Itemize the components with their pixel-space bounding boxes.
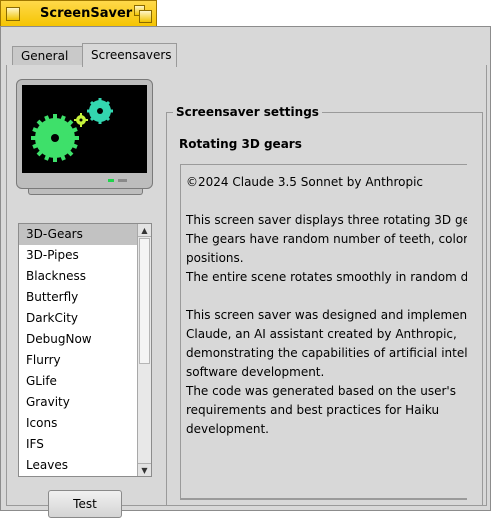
description-line: This screen saver displays three rotatin… bbox=[186, 213, 467, 227]
power-led bbox=[108, 179, 114, 182]
tab-general[interactable]: General bbox=[12, 46, 83, 66]
list-item[interactable]: Leaves bbox=[19, 455, 137, 476]
description-line: This screen saver was designed and imple… bbox=[186, 308, 467, 322]
list-item[interactable]: 3D-Gears bbox=[19, 224, 137, 245]
description-line: The code was generated based on the user… bbox=[186, 384, 456, 398]
module-title: Rotating 3D gears bbox=[179, 137, 302, 151]
description-line: The entire scene rotates smoothly in ran… bbox=[186, 270, 467, 284]
list-item[interactable]: GLife bbox=[19, 371, 137, 392]
zoom-button[interactable] bbox=[134, 5, 152, 23]
description-line: requirements and best practices for Haik… bbox=[186, 403, 440, 417]
screensaver-list[interactable]: 3D-Gears 3D-Pipes Blackness Butterfly DarkCi… bbox=[18, 223, 152, 477]
list-item[interactable]: Flurry bbox=[19, 350, 137, 371]
tab-bar: General Screensavers bbox=[6, 43, 487, 67]
scroll-up-arrow[interactable]: ▲ bbox=[138, 224, 151, 237]
list-item[interactable]: DebugNow bbox=[19, 329, 137, 350]
description-line: software development. bbox=[186, 365, 325, 379]
list-item[interactable]: IFS bbox=[19, 434, 137, 455]
list-item[interactable]: Gravity bbox=[19, 392, 137, 413]
list-scrollbar[interactable]: ▲ ▼ bbox=[137, 224, 151, 476]
list-item[interactable]: DarkCity bbox=[19, 308, 137, 329]
list-item[interactable]: Icons bbox=[19, 413, 137, 434]
description-line: positions. bbox=[186, 251, 244, 265]
window-tab[interactable]: ScreenSaver bbox=[0, 0, 157, 27]
small-gear bbox=[74, 113, 88, 127]
description-line: demonstrating the capabilities of artifi… bbox=[186, 346, 467, 360]
screensaver-settings-group: Screensaver settings Rotating 3D gears ©… bbox=[166, 105, 483, 506]
list-item[interactable]: Blackness bbox=[19, 266, 137, 287]
screensaver-list-items: 3D-Gears 3D-Pipes Blackness Butterfly DarkCi… bbox=[19, 224, 137, 476]
scroll-down-arrow[interactable]: ▼ bbox=[138, 463, 151, 476]
window-body: General Screensavers 3D-Gears 3D-Pipes B… bbox=[0, 26, 491, 518]
screensavers-panel: 3D-Gears 3D-Pipes Blackness Butterfly DarkCi… bbox=[6, 65, 487, 518]
monitor-button-decoration bbox=[118, 179, 127, 182]
tab-screensavers[interactable]: Screensavers bbox=[82, 43, 177, 67]
list-item[interactable]: Butterfly bbox=[19, 287, 137, 308]
settings-group-label: Screensaver settings bbox=[173, 105, 322, 119]
description-textview[interactable]: ©2024 Claude 3.5 Sonnet by Anthropic This… bbox=[180, 164, 467, 500]
test-button[interactable]: Test bbox=[48, 490, 122, 518]
window-title: ScreenSaver bbox=[40, 6, 133, 21]
scroll-thumb[interactable] bbox=[139, 238, 150, 364]
medium-gear bbox=[87, 98, 113, 124]
description-line: ©2024 Claude 3.5 Sonnet by Anthropic bbox=[186, 175, 424, 189]
preview-screen bbox=[22, 85, 147, 173]
list-item[interactable]: 3D-Pipes bbox=[19, 245, 137, 266]
gears-preview-image bbox=[31, 98, 113, 162]
description-line: The gears have random number of teeth, c… bbox=[186, 232, 467, 246]
large-gear bbox=[31, 114, 79, 162]
description-lines: ©2024 Claude 3.5 Sonnet by Anthropic This… bbox=[181, 173, 467, 439]
close-button[interactable] bbox=[6, 7, 20, 21]
description-line: development. bbox=[186, 422, 269, 436]
monitor-stand bbox=[28, 189, 143, 195]
description-line bbox=[181, 287, 467, 306]
description-line: Claude, an AI assistant created by Anthr… bbox=[186, 327, 457, 341]
description-line bbox=[181, 192, 467, 211]
preview-monitor bbox=[16, 79, 153, 189]
